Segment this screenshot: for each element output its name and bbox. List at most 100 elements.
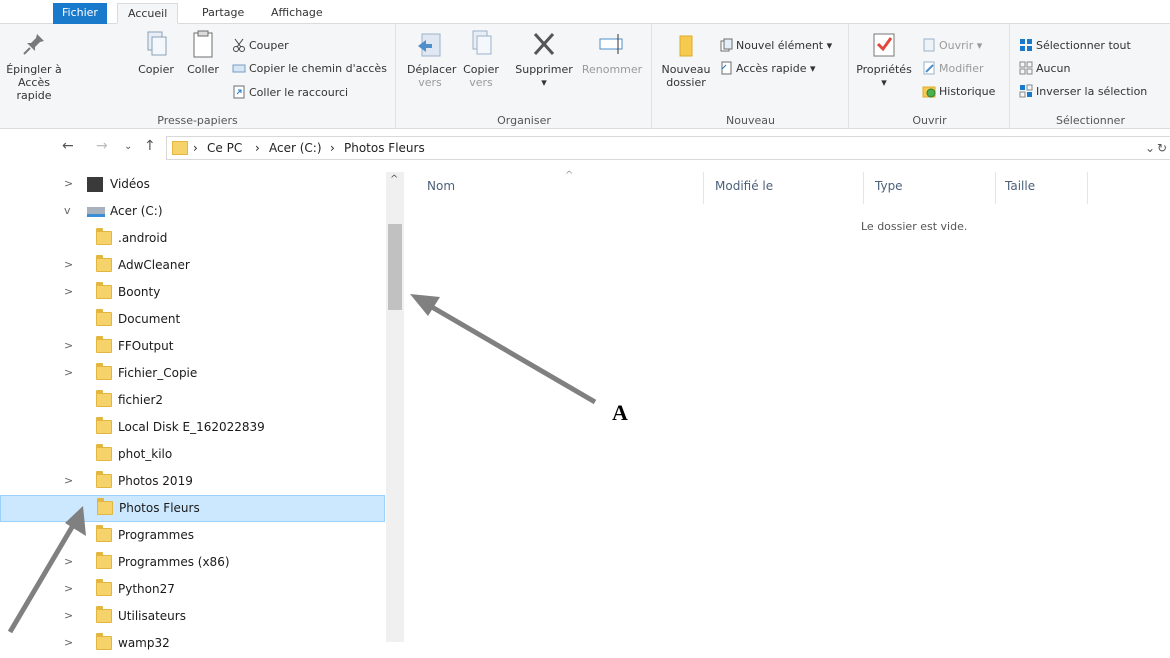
scissors-icon xyxy=(232,38,246,52)
address-bar[interactable]: › Ce PC › Acer (C:) › Photos Fleurs ⌄ ↻ xyxy=(166,136,1170,160)
quick-access-label: Accès rapide xyxy=(736,62,807,75)
delete-button[interactable]: Supprimer ▾ xyxy=(515,28,573,89)
open-label: Ouvrir xyxy=(939,39,974,52)
paste-shortcut-button[interactable]: Coller le raccourci xyxy=(232,84,348,102)
paste-button[interactable]: Coller xyxy=(183,28,223,76)
folder-icon xyxy=(96,579,112,596)
breadcrumb-current-folder[interactable]: Photos Fleurs xyxy=(344,141,425,155)
copy-path-button[interactable]: Copier le chemin d'accès xyxy=(232,60,387,78)
expand-chevron-icon[interactable]: > xyxy=(64,474,73,487)
expand-chevron-icon[interactable]: > xyxy=(64,285,73,298)
invert-selection-button[interactable]: Inverser la sélection xyxy=(1019,83,1147,101)
expand-chevron-icon[interactable]: > xyxy=(64,177,73,190)
address-folder-icon xyxy=(172,141,188,155)
nav-item-folder[interactable]: > Utilisateurs xyxy=(0,604,385,631)
move-to-button[interactable]: Déplacer vers xyxy=(407,28,457,89)
copy-button[interactable]: Copier xyxy=(136,28,176,76)
open-button[interactable]: Ouvrir ▾ xyxy=(922,37,982,55)
modify-button[interactable]: Modifier xyxy=(922,60,983,78)
pin-quick-access-button[interactable]: Épingler à Accès rapide xyxy=(4,28,64,102)
nav-item-folder[interactable]: Local Disk E_162022839 xyxy=(0,415,385,442)
column-header-size[interactable]: Taille xyxy=(1005,179,1035,193)
nav-item-drive-c[interactable]: v Acer (C:) xyxy=(0,199,385,226)
copy-path-label: Copier le chemin d'accès xyxy=(249,62,387,75)
breadcrumb-this-pc[interactable]: Ce PC xyxy=(207,141,242,155)
refresh-icon[interactable]: ↻ xyxy=(1157,141,1167,155)
column-divider[interactable] xyxy=(995,172,996,204)
nav-item-videos[interactable]: > Vidéos xyxy=(0,172,385,199)
properties-check-icon xyxy=(868,28,900,60)
scroll-up-arrow-icon[interactable]: ^ xyxy=(390,174,398,185)
expand-chevron-icon[interactable]: > xyxy=(64,555,73,568)
nav-item-folder[interactable]: .android xyxy=(0,226,385,253)
folder-icon xyxy=(96,309,112,326)
column-header-modified[interactable]: Modifié le xyxy=(715,179,773,193)
nav-item-folder[interactable]: > AdwCleaner xyxy=(0,253,385,280)
paste-label: Coller xyxy=(187,63,219,76)
breadcrumb-drive[interactable]: Acer (C:) xyxy=(269,141,322,155)
group-organize: Déplacer vers Copier vers Supprimer ▾ Re… xyxy=(397,24,652,129)
properties-button[interactable]: Propriétés ▾ xyxy=(856,28,912,89)
nav-item-folder[interactable]: > Python27 xyxy=(0,577,385,604)
nav-item-folder[interactable]: Document xyxy=(0,307,385,334)
collapse-chevron-icon[interactable]: v xyxy=(64,204,71,217)
move-to-label-line1: Déplacer xyxy=(407,63,457,76)
tab-file[interactable]: Fichier xyxy=(53,3,107,24)
expand-chevron-icon[interactable]: > xyxy=(64,582,73,595)
tab-home[interactable]: Accueil xyxy=(117,3,179,24)
nav-item-folder[interactable]: > Fichier_Copie xyxy=(0,361,385,388)
pin-label-line1: Épingler à xyxy=(6,63,62,76)
properties-dropdown-icon[interactable]: ▾ xyxy=(856,76,912,89)
expand-chevron-icon[interactable]: > xyxy=(64,636,73,649)
group-open-label: Ouvrir xyxy=(912,114,947,127)
folder-icon xyxy=(96,471,112,488)
history-label: Historique xyxy=(939,85,996,98)
nav-item-folder[interactable]: phot_kilo xyxy=(0,442,385,469)
back-arrow-icon[interactable]: ← xyxy=(62,138,74,154)
breadcrumb-separator-icon: › xyxy=(330,141,335,155)
folder-icon xyxy=(96,390,112,407)
navigation-pane[interactable]: > Vidéos v Acer (C:) .android > AdwCleane… xyxy=(0,172,405,650)
new-item-button[interactable]: Nouvel élément ▾ xyxy=(719,37,832,55)
nav-item-folder[interactable]: > Boonty xyxy=(0,280,385,307)
new-folder-button[interactable]: Nouveau dossier xyxy=(659,28,713,89)
modify-label: Modifier xyxy=(939,62,984,75)
nav-item-folder[interactable]: > wamp32 xyxy=(0,631,385,658)
nav-item-selected-folder[interactable]: Photos Fleurs xyxy=(0,495,385,522)
rename-button[interactable]: Renommer xyxy=(579,28,645,76)
column-header-type[interactable]: Type xyxy=(875,179,903,193)
up-arrow-icon[interactable]: ↑ xyxy=(144,138,156,154)
pin-label-line2: Accès rapide xyxy=(16,76,52,102)
expand-chevron-icon[interactable]: > xyxy=(64,609,73,622)
nav-item-folder[interactable]: > Programmes (x86) xyxy=(0,550,385,577)
nav-item-folder[interactable]: Programmes xyxy=(0,523,385,550)
copy-label: Copier xyxy=(138,63,174,76)
nav-scrollbar-thumb[interactable] xyxy=(388,224,402,310)
forward-arrow-icon[interactable]: → xyxy=(96,138,108,154)
tab-view[interactable]: Affichage xyxy=(261,3,333,24)
open-icon xyxy=(922,38,936,52)
nav-item-label: Photos Fleurs xyxy=(119,501,200,515)
tab-share[interactable]: Partage xyxy=(192,3,254,24)
history-button[interactable]: Historique xyxy=(922,83,995,101)
address-dropdown-icon[interactable]: ⌄ xyxy=(1145,141,1155,155)
copy-to-button[interactable]: Copier vers xyxy=(461,28,501,89)
nav-item-folder[interactable]: > Photos 2019 xyxy=(0,469,385,496)
copy-to-label-line1: Copier xyxy=(463,63,499,76)
nav-item-folder[interactable]: > FFOutput xyxy=(0,334,385,361)
nav-item-label: fichier2 xyxy=(118,393,164,407)
column-divider[interactable] xyxy=(1087,172,1088,204)
column-divider[interactable] xyxy=(703,172,704,204)
quick-access-button[interactable]: Accès rapide ▾ xyxy=(719,60,816,78)
delete-dropdown-icon[interactable]: ▾ xyxy=(515,76,573,89)
select-all-button[interactable]: Sélectionner tout xyxy=(1019,37,1131,55)
recent-locations-chevron-icon[interactable]: ⌄ xyxy=(124,141,132,152)
expand-chevron-icon[interactable]: > xyxy=(64,339,73,352)
column-divider[interactable] xyxy=(863,172,864,204)
cut-button[interactable]: Couper xyxy=(232,37,289,55)
expand-chevron-icon[interactable]: > xyxy=(64,366,73,379)
column-header-name[interactable]: Nom xyxy=(427,179,455,193)
expand-chevron-icon[interactable]: > xyxy=(64,258,73,271)
select-none-button[interactable]: Aucun xyxy=(1019,60,1071,78)
nav-item-folder[interactable]: fichier2 xyxy=(0,388,385,415)
